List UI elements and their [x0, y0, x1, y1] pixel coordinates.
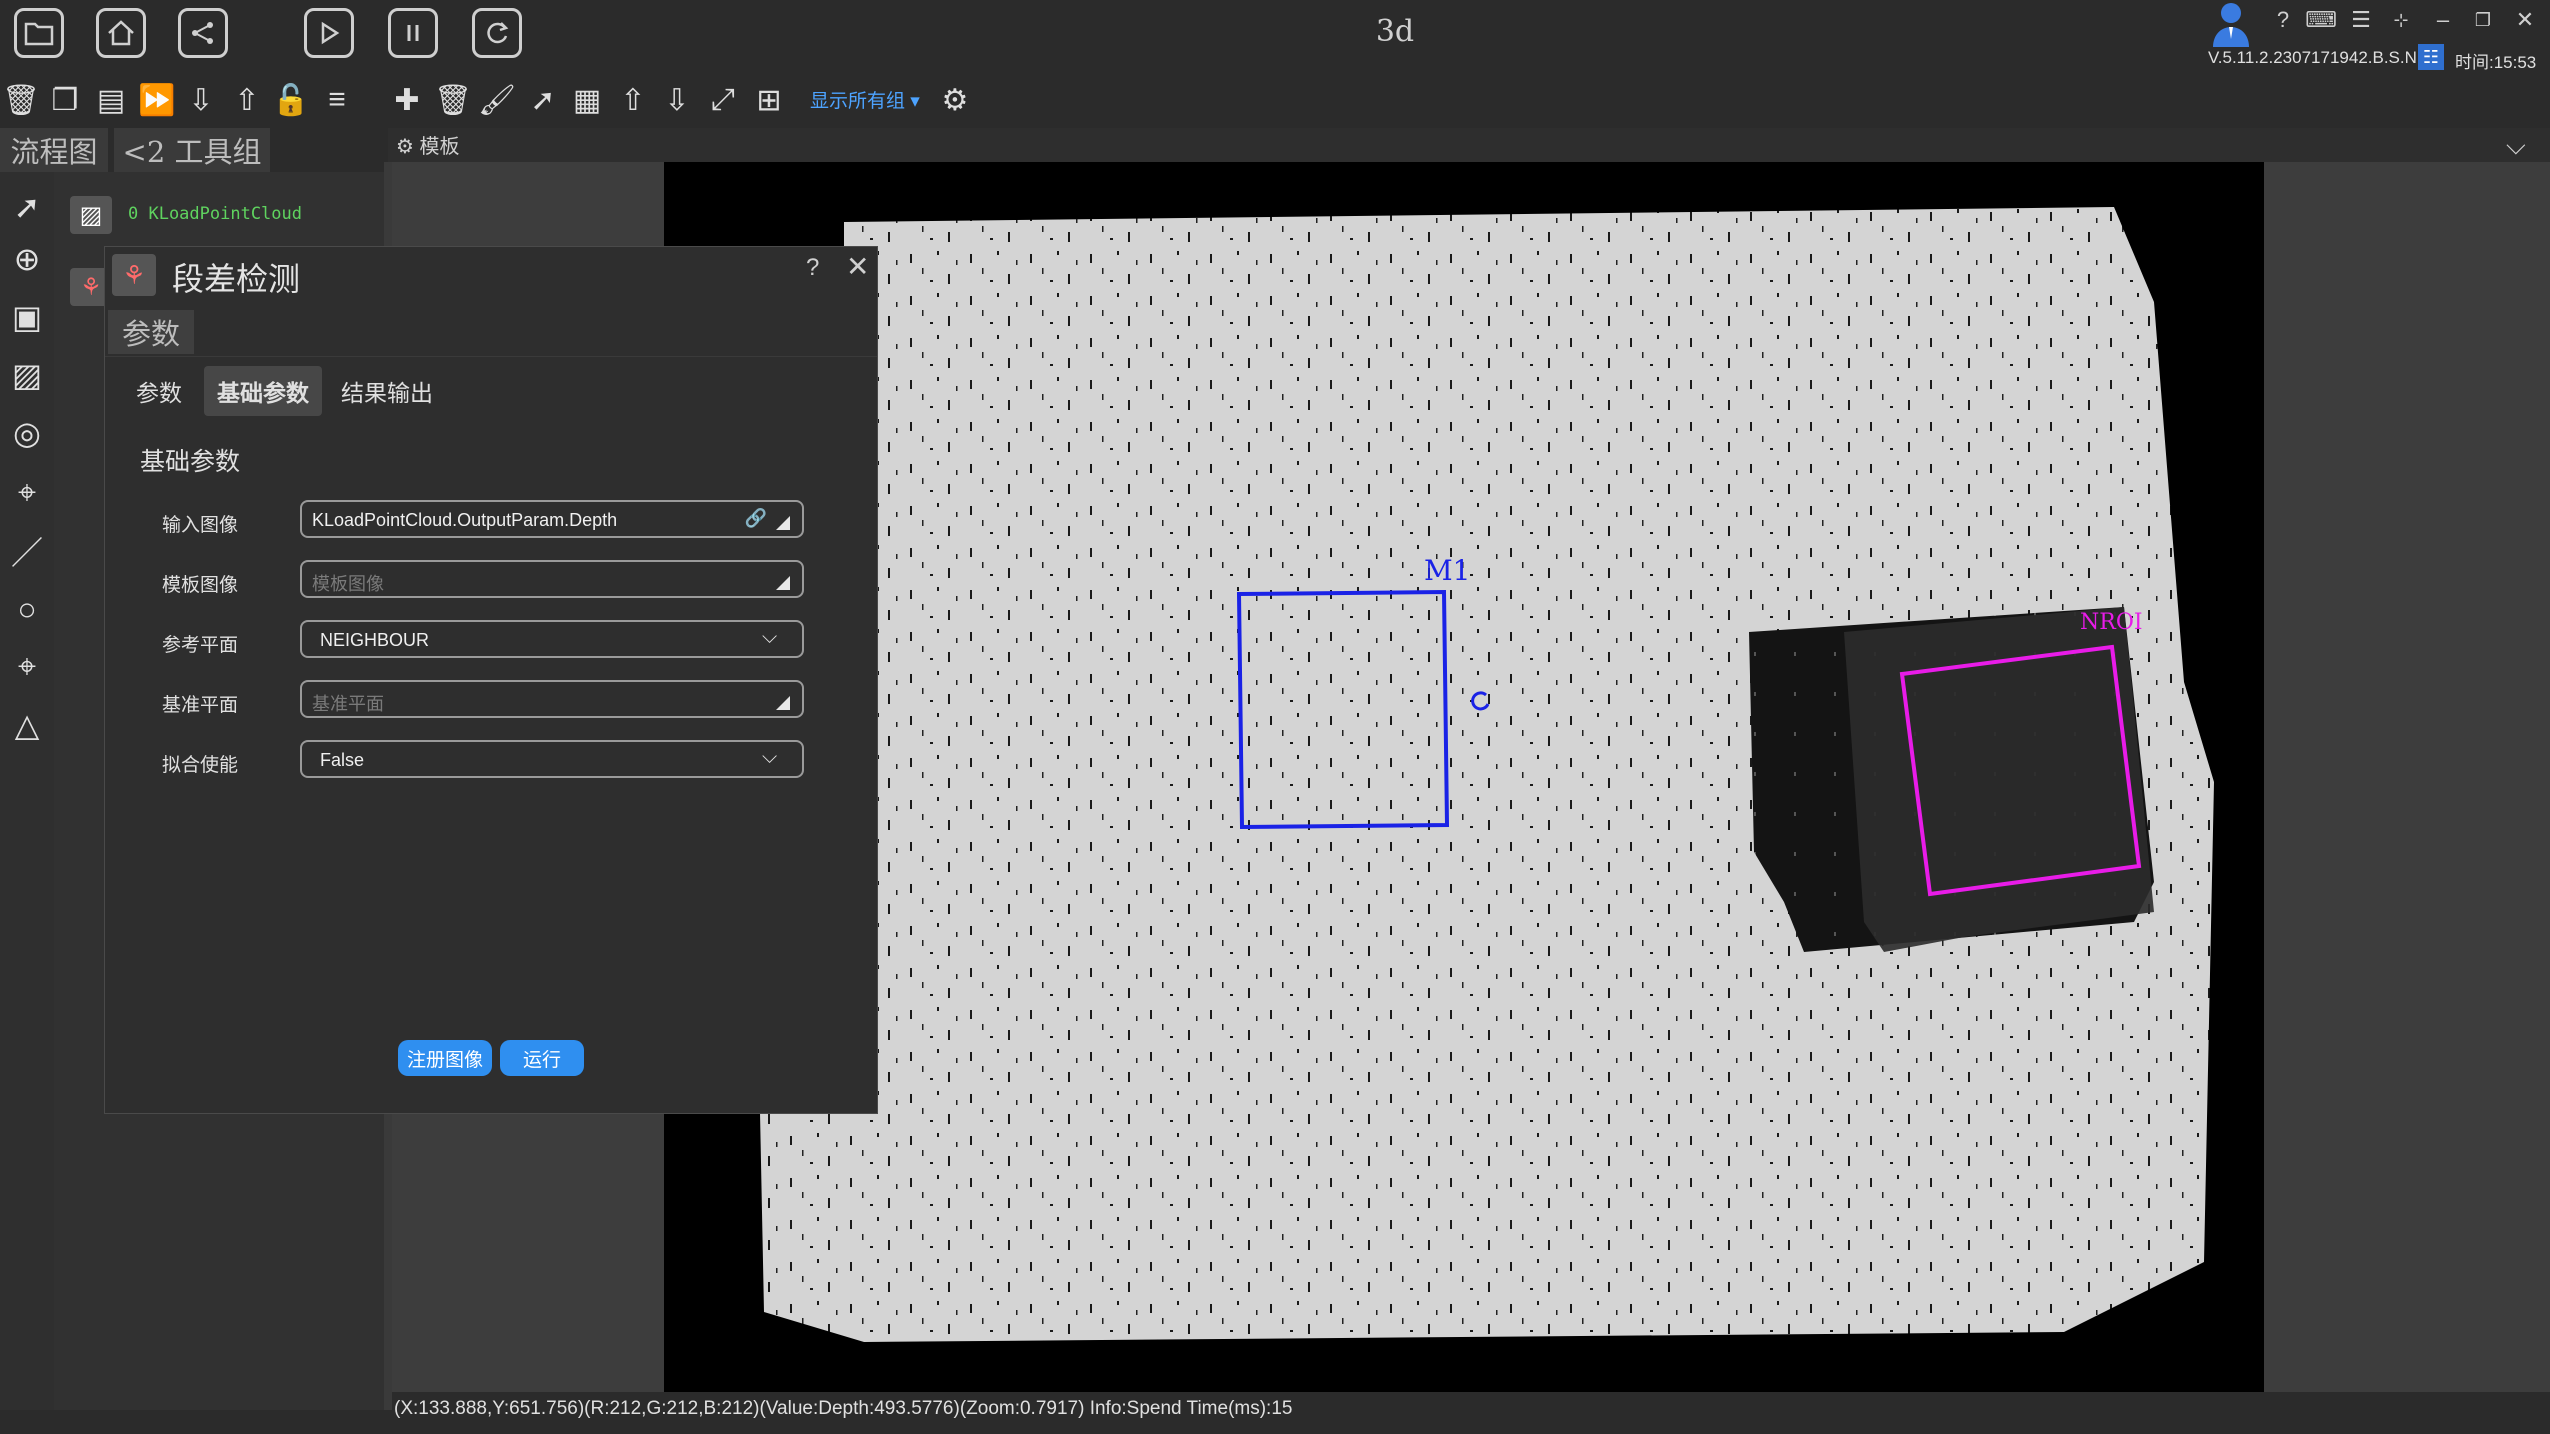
- reference-plane-value: NEIGHBOUR: [320, 630, 430, 650]
- pointer-icon[interactable]: ➚: [524, 80, 562, 120]
- copy-icon[interactable]: ❐: [46, 80, 84, 120]
- show-all-groups-dropdown[interactable]: 显示所有组 ▾: [810, 86, 920, 113]
- restore-icon[interactable]: ❐: [2466, 4, 2500, 36]
- base-plane-label: 基准平面: [162, 695, 239, 716]
- corner-picker-icon[interactable]: [776, 696, 790, 710]
- trash-icon[interactable]: 🗑: [434, 80, 472, 120]
- delete-icon[interactable]: 🗑: [2, 80, 40, 120]
- dialog-close-button[interactable]: ✕: [846, 250, 869, 283]
- open-folder-icon[interactable]: [14, 8, 64, 58]
- line-icon[interactable]: ／: [4, 528, 50, 574]
- version-label: V.5.11.2.2307171942.B.S.N.: [2208, 48, 2422, 67]
- tab-flowchart[interactable]: 流程图: [0, 128, 108, 172]
- section-title: 基础参数: [140, 448, 241, 476]
- move-down-icon[interactable]: ⇩: [182, 80, 220, 120]
- person-image-icon[interactable]: ▨: [4, 352, 50, 398]
- roi-nroi-label: NROI: [2080, 610, 2143, 635]
- move-up-icon[interactable]: ⇧: [228, 80, 266, 120]
- tab-params[interactable]: 参数: [126, 366, 192, 416]
- unlock-icon[interactable]: 🔓: [272, 80, 310, 120]
- chevron-down-icon[interactable]: ⌵: [762, 626, 777, 649]
- fit-enable-value: False: [320, 750, 365, 770]
- divider: [105, 356, 877, 357]
- arrow-up-icon[interactable]: ⇧: [614, 80, 652, 120]
- add-circle-icon[interactable]: ⊕: [4, 236, 50, 282]
- dialog-title: 段差检测: [172, 261, 301, 297]
- brush-icon[interactable]: 🖌: [478, 80, 516, 120]
- template-image-placeholder: 模板图像: [312, 574, 384, 594]
- settings-gear-icon[interactable]: ⚙: [936, 80, 974, 120]
- circle-icon[interactable]: ○: [4, 586, 50, 632]
- shapes-icon[interactable]: ◎: [4, 410, 50, 456]
- input-image-value: KLoadPointCloud.OutputParam.Depth: [312, 510, 618, 530]
- calculator-icon[interactable]: ▦: [568, 80, 606, 120]
- dialog-help-button[interactable]: ?: [806, 254, 819, 282]
- corner-picker-icon[interactable]: [776, 516, 790, 530]
- loop-icon[interactable]: [472, 8, 522, 58]
- add-icon[interactable]: ✚: [388, 80, 426, 120]
- window-title: 3d: [1375, 14, 1415, 49]
- minimize-icon[interactable]: –: [2426, 4, 2460, 36]
- grid-layout-icon[interactable]: ⊞: [750, 80, 788, 120]
- geometry-icon[interactable]: △: [4, 702, 50, 748]
- title-bar: [0, 0, 2550, 70]
- menu-list-icon[interactable]: ☰: [2344, 4, 2378, 36]
- roi-m1-label: M1: [1424, 554, 1471, 587]
- input-image-label: 输入图像: [162, 515, 239, 536]
- play-icon[interactable]: [304, 8, 354, 58]
- tab-tool-group[interactable]: <2 工具组: [114, 128, 270, 172]
- status-text: (X:133.888,Y:651.756)(R:212,G:212,B:212)…: [394, 1398, 1293, 1419]
- fit-enable-select[interactable]: [300, 740, 804, 778]
- keyboard-icon[interactable]: ⌨: [2304, 4, 2338, 36]
- gear-icon: ⚙: [396, 136, 414, 158]
- corner-picker-icon[interactable]: [776, 576, 790, 590]
- arrow-down-icon[interactable]: ⇩: [658, 80, 696, 120]
- toolbar: [0, 74, 2550, 126]
- save-icon[interactable]: ▤: [92, 80, 130, 120]
- crosshair-icon[interactable]: ⌖: [4, 644, 50, 690]
- run-button[interactable]: 运行: [500, 1040, 584, 1076]
- window-close-icon[interactable]: ✕: [2508, 4, 2542, 36]
- template-tab[interactable]: ⚙ 模板: [396, 130, 460, 159]
- template-image-label: 模板图像: [162, 575, 239, 596]
- home-icon[interactable]: [96, 8, 146, 58]
- pin-icon[interactable]: ⊹: [2384, 4, 2418, 36]
- tab-result-output[interactable]: 结果输出: [334, 366, 440, 416]
- params-section-tab[interactable]: 参数: [108, 310, 194, 354]
- share-icon[interactable]: [178, 8, 228, 58]
- help-icon[interactable]: ?: [2266, 4, 2300, 36]
- clock-label: 时间:15:53: [2455, 53, 2537, 72]
- chevron-down-icon[interactable]: ⌵: [2506, 130, 2526, 162]
- depth-image-canvas[interactable]: M1 NROI: [664, 162, 2264, 1392]
- flow-node-icon[interactable]: ▨: [70, 196, 112, 234]
- select-arrow-icon[interactable]: ➚: [4, 184, 50, 230]
- step-detect-icon: ⚘: [112, 254, 156, 296]
- reference-plane-label: 参考平面: [162, 635, 239, 656]
- expand-icon[interactable]: ⤢: [704, 80, 742, 120]
- tab-basic-params[interactable]: 基础参数: [204, 366, 322, 416]
- flow-node-label[interactable]: 0 KLoadPointCloud: [128, 204, 302, 224]
- link-icon[interactable]: 🔗: [744, 506, 768, 530]
- chevron-down-icon[interactable]: ⌵: [762, 746, 777, 769]
- pause-icon[interactable]: [388, 8, 438, 58]
- user-avatar-icon[interactable]: [2206, 0, 2256, 48]
- image-tool-icon[interactable]: ▣: [4, 294, 50, 340]
- grid-status-icon: ☷: [2418, 44, 2444, 70]
- fast-forward-icon[interactable]: ⏩: [138, 80, 176, 120]
- template-header: [388, 128, 2550, 162]
- target-icon[interactable]: ⌖: [4, 470, 50, 516]
- list-icon[interactable]: ≡: [318, 80, 356, 120]
- register-image-button[interactable]: 注册图像: [398, 1040, 492, 1076]
- fit-enable-label: 拟合使能: [162, 755, 239, 776]
- base-plane-placeholder: 基准平面: [312, 694, 384, 714]
